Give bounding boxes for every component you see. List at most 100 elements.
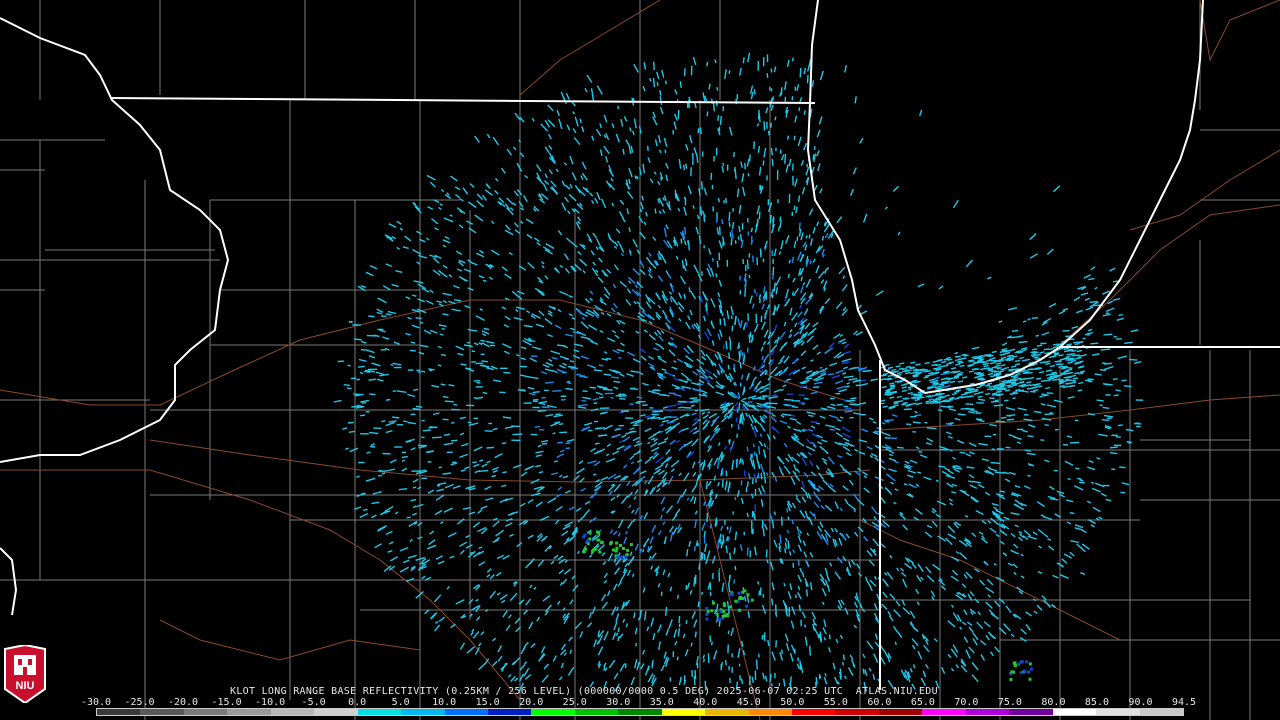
radar-echo [553,554,559,560]
colorbar-tick-label: -30.0 [80,697,112,708]
radar-echo [864,576,868,582]
radar-echo [893,400,904,403]
radar-echo [699,205,703,216]
radar-echo [590,447,596,453]
radar-echo [627,280,632,285]
radar-echo [782,599,787,607]
radar-echo [1066,376,1072,379]
colorbar-segment [1052,709,1097,715]
radar-echo [738,225,741,233]
radar-echo [764,410,774,415]
radar-echo [888,453,893,457]
radar-echo [669,337,674,341]
radar-echo [1006,384,1012,387]
radar-echo [750,91,754,100]
radar-echo [730,627,734,637]
radar-echo [1121,379,1127,382]
radar-echo [1022,535,1029,540]
radar-echo [950,575,959,582]
radar-echo [1076,361,1082,364]
radar-echo [426,544,437,550]
radar-echo [743,596,747,602]
radar-echo [473,446,483,452]
radar-echo [677,628,681,637]
radar-echo [791,405,798,409]
radar-echo [471,628,475,633]
radar-echo [796,663,801,670]
radar-echo [548,358,553,362]
radar-echo [897,631,903,639]
radar-echo [1111,468,1116,471]
radar-echo [563,539,570,545]
radar-echo [798,222,801,231]
radar-echo [1045,369,1051,372]
radar-echo [659,90,662,96]
radar-echo [835,432,843,438]
radar-echo [385,313,392,316]
radar-echo [639,470,647,475]
radar-echo [808,234,811,239]
radar-echo-cell [1028,662,1032,666]
radar-echo [428,426,437,429]
radar-echo [1040,403,1046,406]
radar-echo [679,387,686,391]
radar-echo [428,539,436,546]
radar-echo [717,197,721,203]
radar-echo [900,567,905,572]
radar-echo [754,380,762,390]
radar-echo [849,654,854,661]
radar-echo [759,433,763,437]
radar-echo [779,534,782,544]
radar-echo [648,333,656,341]
radar-echo [369,445,376,448]
radar-echo [921,368,927,372]
radar-echo [759,389,766,394]
radar-echo [1000,364,1006,367]
radar-echo [971,532,977,538]
radar-echo [434,227,439,231]
radar-echo-cell [1025,660,1029,664]
radar-echo [1027,535,1037,540]
radar-echo [636,661,640,670]
radar-echo [971,367,977,371]
radar-echo [497,645,503,653]
radar-echo [737,392,741,399]
radar-echo [455,345,465,351]
radar-echo [733,579,736,584]
radar-echo [628,145,632,155]
radar-echo [653,171,657,175]
radar-echo [901,389,908,392]
radar-echo [761,303,765,310]
radar-echo [529,584,533,589]
radar-echo [393,341,400,345]
radar-echo [988,467,998,472]
radar-echo [651,524,657,533]
radar-echo [656,329,662,336]
colorbar-segment [835,709,879,715]
radar-echo [721,582,725,592]
radar-echo [468,201,477,209]
radar-echo [1011,329,1019,332]
radar-echo [931,363,937,367]
radar-echo [804,397,809,400]
radar-echo [739,362,742,369]
radar-echo [758,397,766,400]
radar-echo [1073,485,1084,491]
radar-echo [932,372,938,375]
radar-echo [884,393,890,396]
radar-echo [670,468,675,473]
radar-echo [756,205,761,215]
radar-echo [1028,424,1036,428]
radar-echo [603,145,610,155]
radar-echo [1049,364,1056,368]
radar-echo [948,408,956,412]
radar-echo [886,571,894,580]
radar-echo [653,451,658,456]
radar-echo [678,623,681,628]
radar-echo [579,631,584,638]
radar-echo [469,182,475,188]
radar-echo [638,216,644,224]
radar-echo [939,400,945,403]
radar-echo [640,663,645,670]
radar-echo [1022,320,1027,323]
